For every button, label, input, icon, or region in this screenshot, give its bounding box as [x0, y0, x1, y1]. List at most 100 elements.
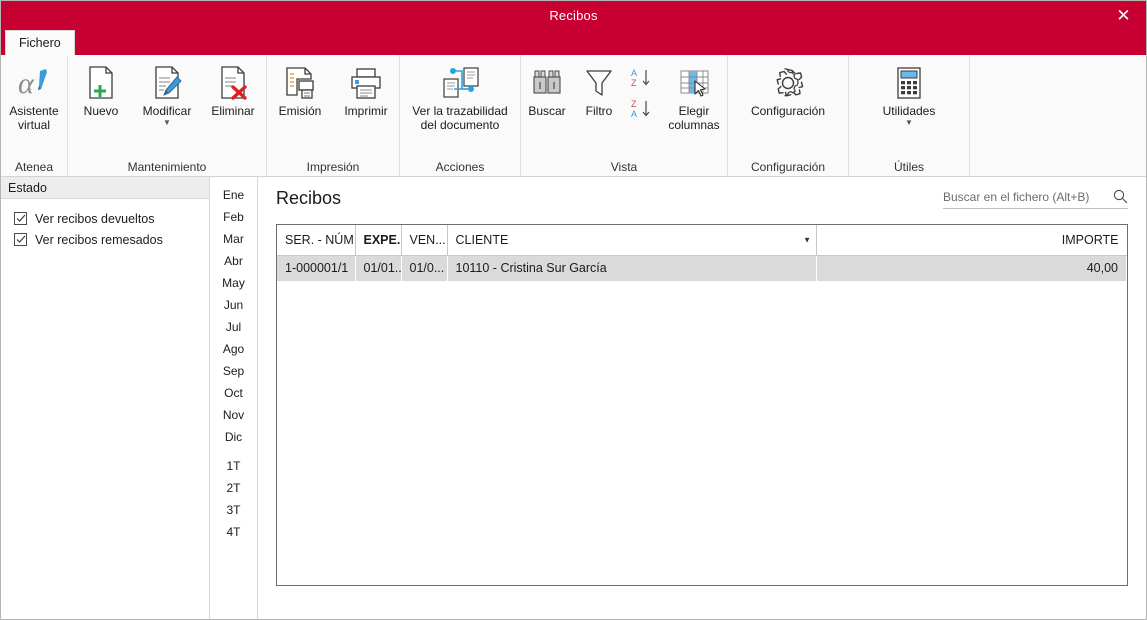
table-body: 1-000001/1 01/01... 01/0... 10110 - Cris…	[277, 255, 1127, 281]
ribbon-button-utilidades[interactable]: Utilidades ▼	[849, 60, 969, 127]
main-body: Estado Ver recibos devueltos Ver recibos…	[1, 177, 1146, 619]
ribbon-button-ver-trazabilidad[interactable]: Ver la trazabilidad del documento	[400, 60, 520, 132]
content-area: Recibos Buscar en el fichero (Alt+B) SER…	[258, 177, 1146, 619]
ribbon-button-label: Nuevo	[83, 104, 119, 118]
cell-cliente: 10110 - Cristina Sur García	[447, 255, 817, 281]
ribbon-button-label: Filtro	[585, 104, 613, 118]
column-header-serie-num[interactable]: SER. - NÚM.	[277, 225, 356, 256]
emission-icon	[283, 63, 317, 103]
period-item-jun[interactable]: Jun	[210, 294, 257, 316]
ribbon-group-mantenimiento: Nuevo Modificar ▼ Eliminar Mantenimiento	[68, 55, 267, 176]
choose-columns-icon	[676, 63, 712, 103]
checkbox-checked-icon	[14, 233, 27, 246]
cell-vencimiento: 01/0...	[401, 255, 447, 281]
period-filter-column: Ene Feb Mar Abr May Jun Jul Ago Sep Oct …	[210, 177, 258, 619]
period-item-feb[interactable]: Feb	[210, 206, 257, 228]
period-item-oct[interactable]: Oct	[210, 382, 257, 404]
checkbox-ver-recibos-remesados[interactable]: Ver recibos remesados	[14, 229, 209, 250]
ribbon-group-label: Impresión	[306, 159, 360, 174]
checkbox-label: Ver recibos devueltos	[35, 211, 155, 226]
ribbon-group-configuracion: Configuración Configuración	[728, 55, 849, 176]
ribbon-button-eliminar[interactable]: Eliminar	[200, 60, 266, 118]
search-box[interactable]	[943, 189, 1128, 209]
ribbon-group-label: Útiles	[893, 159, 924, 174]
svg-text:A: A	[631, 68, 637, 78]
ribbon-button-nuevo[interactable]: Nuevo	[68, 60, 134, 118]
ribbon-button-filtro[interactable]: Filtro	[573, 60, 625, 118]
tab-fichero[interactable]: Fichero	[5, 30, 75, 55]
period-item-abr[interactable]: Abr	[210, 250, 257, 272]
table-row[interactable]: 1-000001/1 01/01... 01/0... 10110 - Cris…	[277, 255, 1127, 281]
period-item-4t[interactable]: 4T	[210, 521, 257, 543]
sort-ascending-icon[interactable]: A Z	[628, 65, 658, 96]
ribbon-button-buscar[interactable]: Buscar	[521, 60, 573, 118]
period-item-mar[interactable]: Mar	[210, 228, 257, 250]
atenea-alpha-icon: α	[16, 63, 52, 103]
ribbon-button-configuracion[interactable]: Configuración	[728, 60, 848, 118]
ribbon-button-label: Eliminar	[211, 104, 255, 118]
period-item-nov[interactable]: Nov	[210, 404, 257, 426]
funnel-icon	[584, 63, 614, 103]
svg-text:Z: Z	[631, 99, 637, 109]
ribbon-group-impresion: Emisión Imprimir Impresión	[267, 55, 400, 176]
column-header-cliente[interactable]: CLIENTE ▼	[447, 225, 817, 256]
period-item-2t[interactable]: 2T	[210, 477, 257, 499]
ribbon-button-label: Utilidades	[882, 104, 936, 118]
filter-dropdown-icon[interactable]: ▼	[803, 235, 811, 244]
ribbon-button-label: Modificar	[142, 104, 192, 118]
ribbon-button-asistente-virtual[interactable]: α Asistente virtual	[1, 60, 67, 132]
ribbon-button-label: Asistente virtual	[9, 104, 59, 132]
ribbon-button-imprimir[interactable]: Imprimir	[333, 60, 399, 118]
column-header-vencimiento[interactable]: VEN...	[401, 225, 448, 256]
checkbox-ver-recibos-devueltos[interactable]: Ver recibos devueltos	[14, 208, 209, 229]
period-item-sep[interactable]: Sep	[210, 360, 257, 382]
chevron-down-icon[interactable]: ▼	[163, 119, 171, 127]
ribbon-group-label: Atenea	[14, 159, 54, 174]
receipts-table: SER. - NÚM. EXPE... VEN... CLIENTE ▼ IMP…	[277, 225, 1127, 281]
period-item-3t[interactable]: 3T	[210, 499, 257, 521]
svg-text:A: A	[631, 109, 637, 119]
checkbox-label: Ver recibos remesados	[35, 232, 163, 247]
ribbon-button-modificar[interactable]: Modificar ▼	[134, 60, 200, 127]
ribbon-group-utiles: Utilidades ▼ Útiles	[849, 55, 970, 176]
edit-document-icon	[151, 63, 183, 103]
svg-text:Z: Z	[631, 78, 637, 88]
filter-panel-body: Ver recibos devueltos Ver recibos remesa…	[1, 199, 209, 250]
chevron-down-icon[interactable]: ▼	[905, 119, 913, 127]
period-item-1t[interactable]: 1T	[210, 455, 257, 477]
cell-importe: 40,00	[816, 255, 1127, 281]
ribbon-button-label: Ver la trazabilidad del documento	[412, 104, 508, 132]
period-item-ene[interactable]: Ene	[210, 184, 257, 206]
search-icon[interactable]	[1113, 189, 1128, 204]
ribbon-group-vista: Buscar Filtro A Z Z A Elegir columnas Vi…	[521, 55, 728, 176]
ribbon-group-label: Mantenimiento	[127, 159, 207, 174]
ribbon-button-emision[interactable]: Emisión	[267, 60, 333, 118]
ribbon-button-elegir-columnas[interactable]: Elegir columnas	[661, 60, 727, 132]
filter-panel-header: Estado	[1, 177, 209, 199]
period-item-ago[interactable]: Ago	[210, 338, 257, 360]
sort-descending-icon[interactable]: Z A	[628, 96, 658, 127]
binoculars-icon	[530, 63, 564, 103]
window-title: Recibos	[549, 8, 598, 23]
period-item-jul[interactable]: Jul	[210, 316, 257, 338]
column-header-expedicion[interactable]: EXPE...	[355, 225, 402, 256]
cell-expedicion: 01/01...	[355, 255, 401, 281]
calculator-icon	[894, 63, 924, 103]
cell-serie-num: 1-000001/1	[277, 255, 355, 281]
checkbox-checked-icon	[14, 212, 27, 225]
ribbon-tab-strip: Fichero	[1, 30, 1146, 55]
page-title: Recibos	[276, 188, 342, 208]
period-item-may[interactable]: May	[210, 272, 257, 294]
column-header-label: CLIENTE	[455, 232, 509, 247]
ribbon-button-label: Buscar	[528, 104, 566, 118]
table-header-row: SER. - NÚM. EXPE... VEN... CLIENTE ▼ IMP…	[277, 225, 1127, 256]
title-bar: Recibos ✕	[1, 1, 1146, 30]
column-header-importe[interactable]: IMPORTE	[816, 225, 1127, 256]
search-input[interactable]	[943, 189, 1107, 204]
data-grid: SER. - NÚM. EXPE... VEN... CLIENTE ▼ IMP…	[276, 224, 1128, 586]
period-item-dic[interactable]: Dic	[210, 426, 257, 448]
delete-document-icon	[217, 63, 249, 103]
close-icon[interactable]: ✕	[1101, 1, 1146, 30]
new-document-icon	[85, 63, 117, 103]
ribbon-group-label: Vista	[610, 159, 638, 174]
